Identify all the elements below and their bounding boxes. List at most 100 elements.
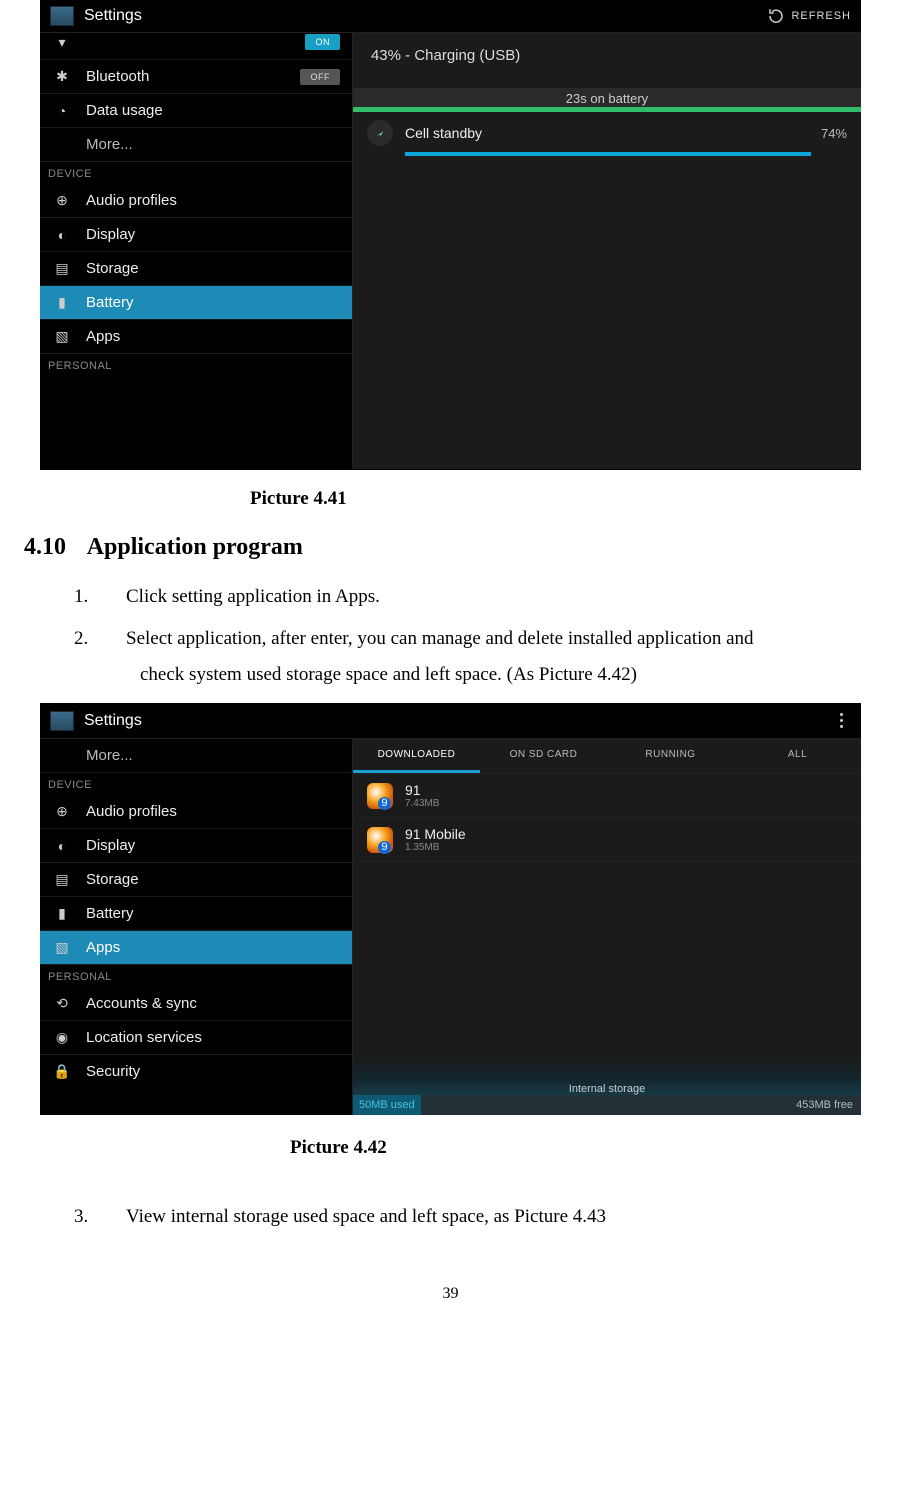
cell-standby-icon bbox=[367, 120, 393, 146]
wifi-icon: ▾ bbox=[52, 34, 72, 51]
app-91-name: 91 bbox=[405, 782, 439, 798]
tab-running[interactable]: RUNNING bbox=[607, 739, 734, 773]
storage-footer: Internal storage 50MB used 453MB free bbox=[353, 1057, 861, 1115]
screenshot-battery-settings: Settings REFRESH ▾ ON ✱ Bluetooth OFF bbox=[40, 0, 861, 470]
step-3-num: 3. bbox=[74, 1199, 126, 1235]
audio-label: Audio profiles bbox=[86, 192, 177, 209]
display-label: Display bbox=[86, 226, 135, 243]
more-label: More... bbox=[86, 136, 133, 153]
display-icon-2: ◐ bbox=[52, 838, 72, 854]
section-number: 4.10 bbox=[24, 534, 82, 561]
storage-bar: 50MB used 453MB free bbox=[353, 1095, 861, 1115]
battery-graph[interactable]: 23s on battery bbox=[353, 88, 861, 112]
sidebar-item-more-2[interactable]: More... bbox=[40, 739, 352, 773]
tab-downloaded[interactable]: DOWNLOADED bbox=[353, 739, 480, 773]
battery-icon-2: ▮ bbox=[52, 905, 72, 922]
battery-icon: ▮ bbox=[52, 294, 72, 311]
caption-4-42: Picture 4.42 bbox=[290, 1137, 881, 1159]
sidebar-item-storage[interactable]: ▤ Storage bbox=[40, 252, 352, 286]
apps-label: Apps bbox=[86, 328, 120, 345]
sidebar-item-security[interactable]: 🔒 Security bbox=[40, 1055, 352, 1088]
battery-panel: 43% - Charging (USB) 23s on battery Cell… bbox=[353, 33, 861, 469]
cell-standby-pct: 74% bbox=[821, 126, 847, 141]
sidebar-item-battery-2[interactable]: ▮ Battery bbox=[40, 897, 352, 931]
bluetooth-label: Bluetooth bbox=[86, 68, 149, 85]
battery-status: 43% - Charging (USB) bbox=[353, 33, 861, 78]
settings-title: Settings bbox=[84, 7, 142, 25]
step-1-num: 1. bbox=[74, 579, 126, 615]
app-91-mobile-icon bbox=[367, 827, 393, 853]
sidebar-item-display[interactable]: ◐ Display bbox=[40, 218, 352, 252]
lock-icon: 🔒 bbox=[52, 1063, 72, 1080]
step-1: 1. Click setting application in Apps. bbox=[74, 579, 851, 615]
app-row-91[interactable]: 91 7.43MB bbox=[353, 774, 861, 818]
refresh-icon bbox=[767, 7, 785, 25]
sidebar-item-data-usage[interactable]: ◔ Data usage bbox=[40, 94, 352, 128]
step-2-text: Select application, after enter, you can… bbox=[126, 621, 851, 693]
tab-sdcard[interactable]: ON SD CARD bbox=[480, 739, 607, 773]
audio-icon: ⊕ bbox=[52, 192, 72, 209]
sidebar-item-audio-2[interactable]: ⊕ Audio profiles bbox=[40, 795, 352, 829]
sidebar-category-device-2: DEVICE bbox=[40, 773, 352, 795]
sidebar-item-apps-2[interactable]: ▧ Apps bbox=[40, 931, 352, 965]
data-usage-label: Data usage bbox=[86, 102, 163, 119]
more-label-2: More... bbox=[86, 747, 133, 764]
step-3-text: View internal storage used space and lef… bbox=[126, 1199, 851, 1235]
storage-free: 453MB free bbox=[421, 1095, 861, 1115]
screenshot-apps-settings: Settings More... DEVICE ⊕ Audio profiles… bbox=[40, 703, 861, 1113]
app-91-size: 7.43MB bbox=[405, 798, 439, 809]
battery-time-label: 23s on battery bbox=[353, 91, 861, 106]
step-2: 2. Select application, after enter, you … bbox=[74, 621, 851, 693]
step-2-num: 2. bbox=[74, 621, 126, 693]
bluetooth-icon: ✱ bbox=[52, 68, 72, 85]
caption-4-41: Picture 4.41 bbox=[250, 488, 881, 510]
sidebar-item-storage-2[interactable]: ▤ Storage bbox=[40, 863, 352, 897]
cell-standby-bar bbox=[405, 152, 811, 156]
section-heading: 4.10 Application program bbox=[24, 534, 881, 561]
battery-graph-line bbox=[353, 107, 861, 112]
refresh-button[interactable]: REFRESH bbox=[767, 7, 851, 25]
storage-label: Internal storage bbox=[353, 1057, 861, 1095]
settings-header: Settings REFRESH bbox=[40, 0, 861, 33]
page-number: 39 bbox=[20, 1285, 881, 1303]
apps-icon: ▧ bbox=[52, 328, 72, 345]
steps-list-b: 3. View internal storage used space and … bbox=[20, 1199, 881, 1235]
sidebar-item-bluetooth[interactable]: ✱ Bluetooth OFF bbox=[40, 60, 352, 94]
steps-list-a: 1. Click setting application in Apps. 2.… bbox=[20, 579, 881, 693]
apps-tabs: DOWNLOADED ON SD CARD RUNNING ALL bbox=[353, 739, 861, 774]
apps-icon-2: ▧ bbox=[52, 939, 72, 956]
storage-used: 50MB used bbox=[353, 1095, 421, 1115]
settings-title-2: Settings bbox=[84, 712, 142, 730]
storage-label: Storage bbox=[86, 260, 139, 277]
sidebar-category-device: DEVICE bbox=[40, 162, 352, 184]
sidebar-item-display-2[interactable]: ◐ Display bbox=[40, 829, 352, 863]
app-91-mobile-size: 1.35MB bbox=[405, 842, 466, 853]
sidebar-item-location[interactable]: ◉ Location services bbox=[40, 1021, 352, 1055]
overflow-menu[interactable] bbox=[832, 709, 851, 732]
location-icon: ◉ bbox=[52, 1029, 72, 1046]
refresh-label: REFRESH bbox=[791, 10, 851, 22]
cell-standby-label: Cell standby bbox=[405, 125, 482, 141]
tab-all[interactable]: ALL bbox=[734, 739, 861, 773]
battery-label: Battery bbox=[86, 294, 134, 311]
settings-sidebar-2: More... DEVICE ⊕ Audio profiles ◐ Displa… bbox=[40, 739, 353, 1115]
app-91-icon bbox=[367, 783, 393, 809]
bluetooth-toggle[interactable]: OFF bbox=[300, 69, 340, 85]
audio-icon-2: ⊕ bbox=[52, 803, 72, 820]
sidebar-item-apps[interactable]: ▧ Apps bbox=[40, 320, 352, 354]
sidebar-category-personal: PERSONAL bbox=[40, 354, 352, 376]
wifi-toggle[interactable]: ON bbox=[305, 34, 340, 50]
sidebar-item-accounts[interactable]: ⟲ Accounts & sync bbox=[40, 987, 352, 1021]
sidebar-item-wifi[interactable]: ▾ ON bbox=[40, 33, 352, 60]
sync-icon: ⟲ bbox=[52, 995, 72, 1012]
sidebar-item-battery[interactable]: ▮ Battery bbox=[40, 286, 352, 320]
settings-header-2: Settings bbox=[40, 703, 861, 739]
sidebar-item-more[interactable]: More... bbox=[40, 128, 352, 162]
battery-consumer-row[interactable]: Cell standby 74% bbox=[353, 112, 861, 150]
display-icon: ◐ bbox=[52, 227, 72, 243]
app-row-91-mobile[interactable]: 91 Mobile 1.35MB bbox=[353, 818, 861, 862]
settings-sidebar: ▾ ON ✱ Bluetooth OFF ◔ Data usage More..… bbox=[40, 33, 353, 469]
settings-app-icon-2 bbox=[50, 711, 74, 731]
storage-icon-2: ▤ bbox=[52, 871, 72, 888]
sidebar-item-audio-profiles[interactable]: ⊕ Audio profiles bbox=[40, 184, 352, 218]
